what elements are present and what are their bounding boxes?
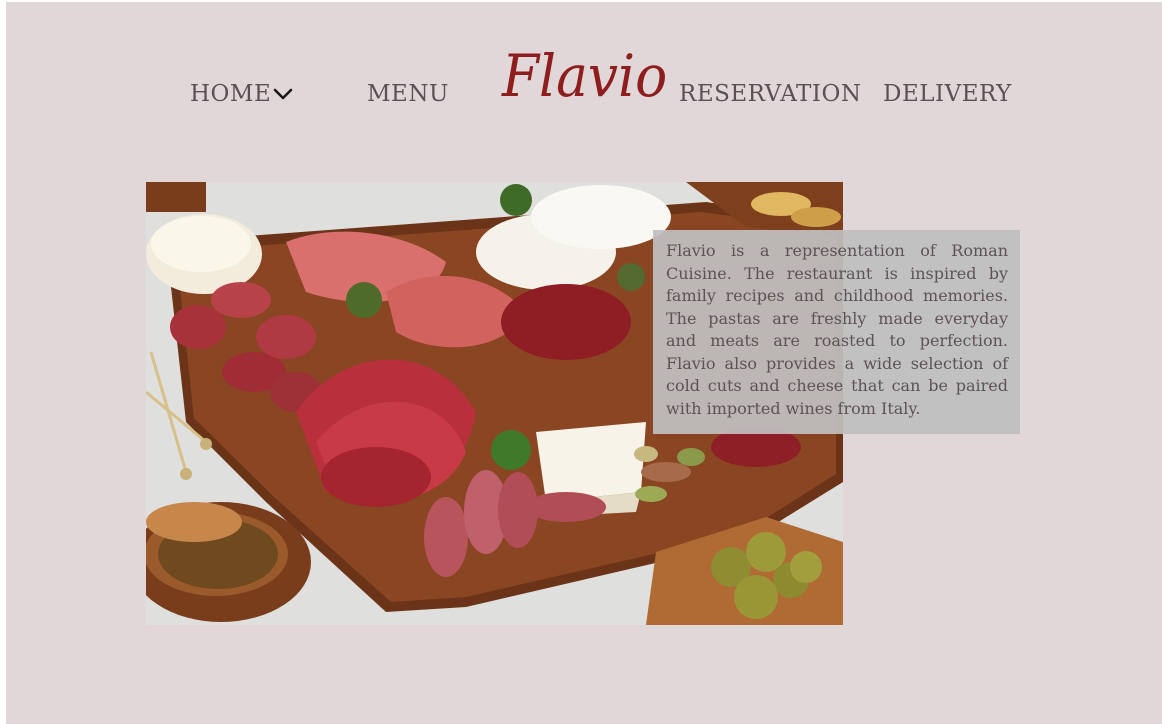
site-logo[interactable]: Flavio xyxy=(502,42,667,110)
about-description: Flavio is a representation of Roman Cuis… xyxy=(666,241,1008,418)
page-background: HOME MENU Flavio RESERVATION DELIVERY Fl… xyxy=(6,2,1162,724)
nav-delivery-link[interactable]: DELIVERY xyxy=(883,80,1012,108)
nav-home-link[interactable]: HOME xyxy=(190,80,271,108)
nav-reservation-link[interactable]: RESERVATION xyxy=(679,80,861,108)
chevron-down-icon[interactable] xyxy=(273,87,293,101)
nav-menu-link[interactable]: MENU xyxy=(367,80,449,108)
about-info-box: Flavio is a representation of Roman Cuis… xyxy=(653,230,1020,434)
